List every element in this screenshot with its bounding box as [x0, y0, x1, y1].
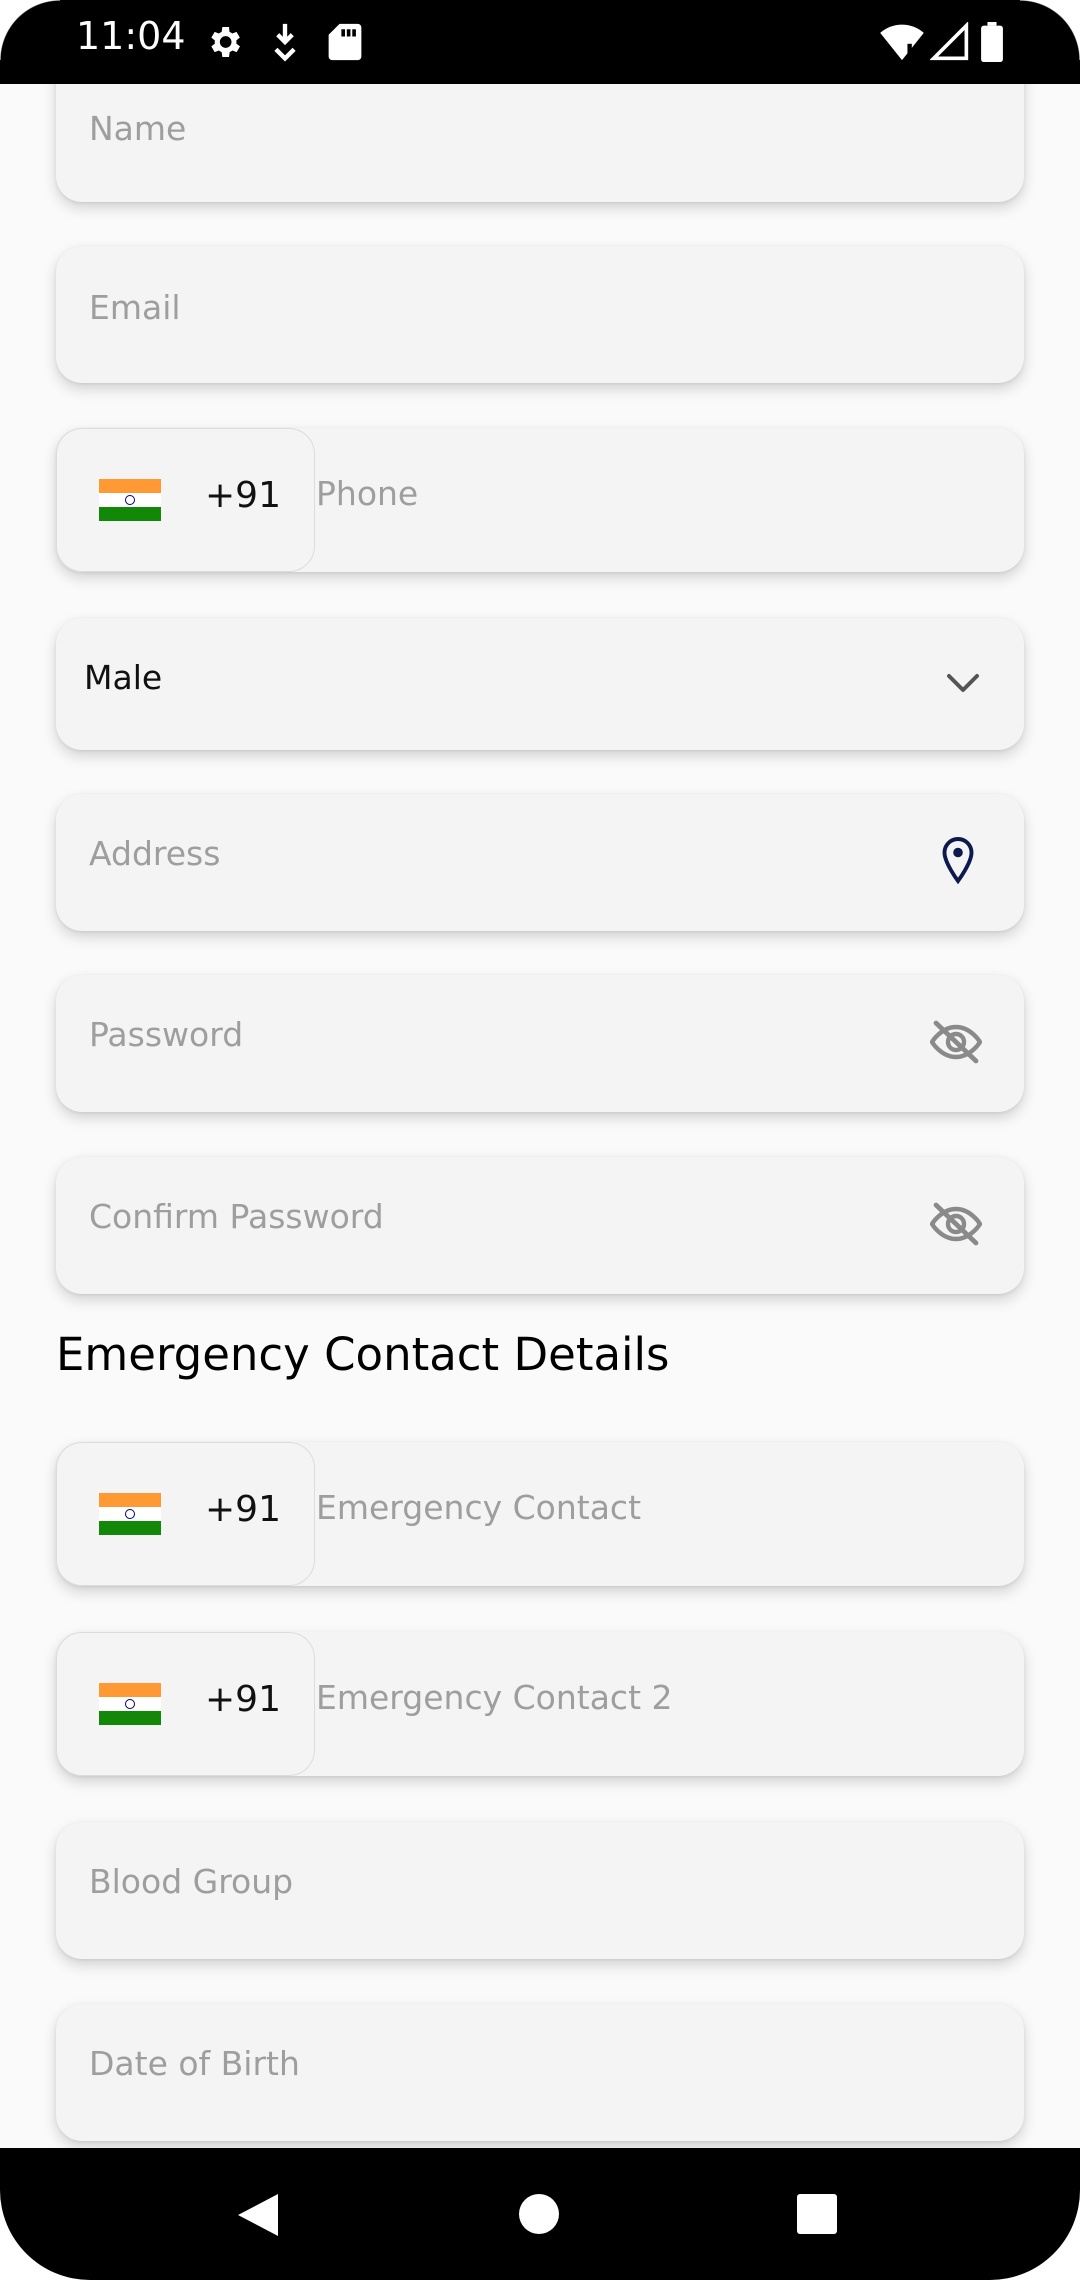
india-flag-icon [99, 1683, 161, 1725]
phone-field[interactable]: +91 Phone [56, 428, 1024, 572]
emergency-section-title: Emergency Contact Details [56, 1328, 670, 1381]
status-bar: 11:04 [0, 0, 1080, 84]
blood-group-field[interactable]: Blood Group [56, 1822, 1024, 1959]
recents-icon[interactable] [797, 2194, 837, 2234]
sd-card-icon [328, 23, 362, 61]
gender-dropdown[interactable]: Male [56, 618, 1024, 750]
chevron-down-icon [947, 674, 979, 692]
country-code-picker[interactable]: +91 [56, 1442, 315, 1586]
location-pin-icon[interactable] [940, 836, 976, 884]
confirm-password-placeholder: Confirm Password [89, 1197, 384, 1236]
gear-icon [211, 27, 240, 57]
screen-corner [1020, 0, 1080, 60]
navigation-bar [0, 2148, 1080, 2280]
address-placeholder: Address [89, 834, 221, 873]
emergency-contact-2-field[interactable]: +91 Emergency Contact 2 [56, 1632, 1024, 1776]
name-field[interactable]: Name [56, 84, 1024, 202]
eye-off-icon[interactable] [930, 1201, 982, 1247]
blood-group-placeholder: Blood Group [89, 1862, 294, 1901]
phone-placeholder: Phone [316, 474, 419, 513]
country-code-picker[interactable]: +91 [56, 1632, 315, 1776]
india-flag-icon [99, 479, 161, 521]
country-code: +91 [205, 1489, 281, 1530]
emergency-contact-2-placeholder: Emergency Contact 2 [316, 1678, 673, 1717]
battery-icon [981, 22, 1003, 62]
home-icon[interactable] [518, 2193, 560, 2235]
country-code: +91 [205, 1679, 281, 1720]
download-icon [274, 23, 296, 62]
email-placeholder: Email [89, 288, 181, 327]
wifi-icon [880, 24, 924, 61]
dob-placeholder: Date of Birth [89, 2044, 300, 2083]
confirm-password-field[interactable]: Confirm Password [56, 1157, 1024, 1294]
country-code-picker[interactable]: +91 [56, 428, 315, 572]
india-flag-icon [99, 1493, 161, 1535]
emergency-contact-placeholder: Emergency Contact [316, 1488, 642, 1527]
address-field[interactable]: Address [56, 794, 1024, 931]
status-time: 11:04 [76, 14, 186, 58]
password-field[interactable]: Password [56, 975, 1024, 1112]
eye-off-icon[interactable] [930, 1019, 982, 1065]
emergency-contact-field[interactable]: +91 Emergency Contact [56, 1442, 1024, 1586]
screen-corner [0, 0, 60, 60]
dob-field[interactable]: Date of Birth [56, 2004, 1024, 2141]
back-icon[interactable] [236, 2192, 280, 2238]
password-placeholder: Password [89, 1015, 244, 1054]
name-placeholder: Name [89, 109, 187, 148]
signal-icon [930, 22, 969, 61]
country-code: +91 [205, 475, 281, 516]
email-field[interactable]: Email [56, 246, 1024, 383]
gender-value: Male [84, 658, 163, 697]
